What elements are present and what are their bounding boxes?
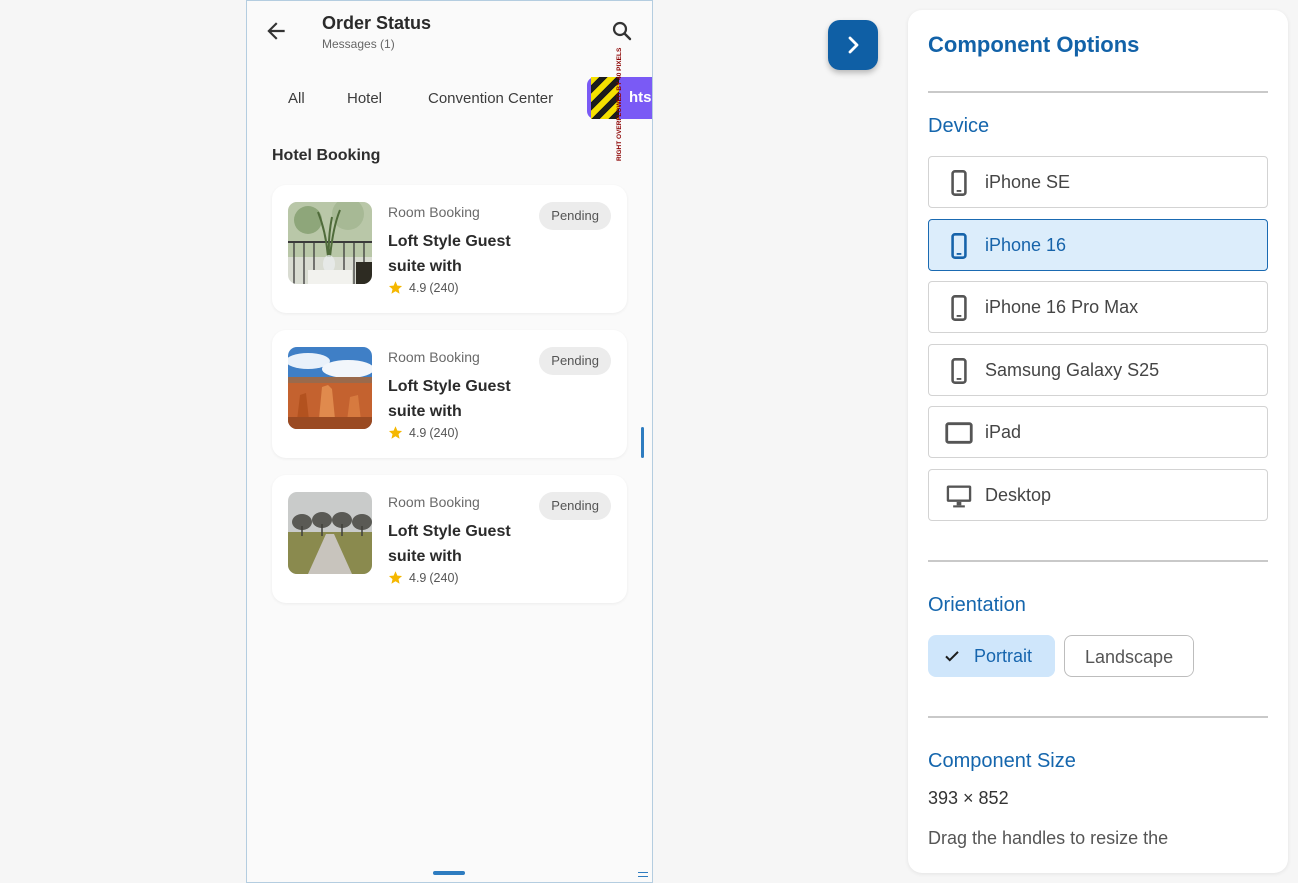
home-indicator xyxy=(433,871,465,875)
review-count: (240) xyxy=(429,570,459,585)
balcony-plant-photo xyxy=(288,202,372,284)
star-icon xyxy=(388,571,403,584)
status-badge: Pending xyxy=(539,202,611,230)
booking-rating: 4.9 (240) xyxy=(388,280,459,295)
status-badge: Pending xyxy=(539,347,611,375)
device-label: Desktop xyxy=(985,485,1052,505)
resize-hint: Drag the handles to resize the xyxy=(928,828,1169,848)
divider xyxy=(928,560,1268,562)
device-option-ipad[interactable]: iPad xyxy=(928,406,1268,458)
divider xyxy=(928,91,1268,93)
status-badge: Pending xyxy=(539,492,611,520)
device-label: iPhone 16 xyxy=(985,235,1067,255)
check-icon xyxy=(945,651,959,662)
orientation-portrait-button[interactable]: Portrait xyxy=(928,635,1055,677)
booking-type: Room Booking xyxy=(388,204,480,220)
device-preview: Order Status Messages (1) All Hotel Conv… xyxy=(246,0,653,883)
overflow-warning-text: RIGHT OVERFLOWED BY 40 PIXELS xyxy=(616,47,623,161)
booking-rating: 4.9 (240) xyxy=(388,570,459,585)
rating-value: 4.9 xyxy=(409,280,427,295)
canyon-hoodoos-photo xyxy=(288,347,372,429)
phone-icon xyxy=(951,170,967,196)
overflow-warning: RIGHT OVERFLOWED BY 40 PIXELS xyxy=(614,47,628,161)
phone-icon xyxy=(951,358,967,384)
page-title: Order Status xyxy=(322,13,432,33)
monitor-icon xyxy=(946,485,972,508)
review-count: (240) xyxy=(429,425,459,440)
booking-name: Loft Style Guest suite with xyxy=(388,233,511,275)
search-icon[interactable] xyxy=(610,19,634,43)
tab-all[interactable]: All xyxy=(288,90,305,107)
panel-toggle-button[interactable] xyxy=(828,20,878,70)
size-section-label: Component Size xyxy=(928,750,1076,772)
tree-lined-path-photo xyxy=(288,492,372,574)
booking-card[interactable]: Room Booking Loft Style Guest suite with… xyxy=(272,475,627,603)
orientation-portrait-label: Portrait xyxy=(974,646,1033,666)
orientation-landscape-label: Landscape xyxy=(1085,647,1174,667)
phone-icon xyxy=(951,295,967,321)
device-label: iPhone SE xyxy=(985,172,1071,192)
orientation-section-label: Orientation xyxy=(928,594,1026,616)
scrollbar-thumb[interactable] xyxy=(641,427,644,458)
device-label: iPhone 16 Pro Max xyxy=(985,297,1139,317)
device-label: Samsung Galaxy S25 xyxy=(985,360,1160,380)
review-count: (240) xyxy=(429,280,459,295)
tablet-icon xyxy=(945,422,973,444)
section-title: Hotel Booking xyxy=(272,147,381,164)
category-tabs: All Hotel Convention Center hts xyxy=(247,77,652,119)
device-label: iPad xyxy=(985,422,1022,442)
tab-convention-center[interactable]: Convention Center xyxy=(428,90,553,107)
divider xyxy=(928,716,1268,718)
booking-name: Loft Style Guest suite with xyxy=(388,523,511,565)
rating-value: 4.9 xyxy=(409,570,427,585)
resize-handle-icon[interactable] xyxy=(638,872,648,877)
booking-card[interactable]: Room Booking Loft Style Guest suite with… xyxy=(272,330,627,458)
component-size-value: 393 × 852 xyxy=(928,788,1009,808)
device-option-desktop[interactable]: Desktop xyxy=(928,469,1268,521)
device-option-iphone-se[interactable]: iPhone SE xyxy=(928,156,1268,208)
screen: Order Status Messages (1) All Hotel Conv… xyxy=(0,0,1298,883)
star-icon xyxy=(388,281,403,294)
panel-title: Component Options xyxy=(928,32,1140,57)
device-option-iphone-16-pro-max[interactable]: iPhone 16 Pro Max xyxy=(928,281,1268,333)
component-options-panel: Component Options Device iPhone SE iPhon… xyxy=(908,10,1288,873)
overflow-tab-label: hts xyxy=(629,89,652,106)
booking-type: Room Booking xyxy=(388,494,480,510)
booking-type: Room Booking xyxy=(388,349,480,365)
page-subtitle: Messages (1) xyxy=(322,37,395,51)
tab-hotel[interactable]: Hotel xyxy=(347,90,382,107)
device-option-samsung-galaxy-s25[interactable]: Samsung Galaxy S25 xyxy=(928,344,1268,396)
back-arrow-icon[interactable] xyxy=(263,18,289,44)
booking-card[interactable]: Room Booking Loft Style Guest suite with… xyxy=(272,185,627,313)
orientation-landscape-button[interactable]: Landscape xyxy=(1064,635,1194,677)
device-option-iphone-16[interactable]: iPhone 16 xyxy=(928,219,1268,271)
phone-icon xyxy=(951,233,967,259)
booking-name: Loft Style Guest suite with xyxy=(388,378,511,420)
chevron-right-icon xyxy=(848,36,859,54)
app-bar: Order Status Messages (1) xyxy=(247,1,652,61)
booking-rating: 4.9 (240) xyxy=(388,425,459,440)
star-icon xyxy=(388,426,403,439)
rating-value: 4.9 xyxy=(409,425,427,440)
device-section-label: Device xyxy=(928,115,990,137)
